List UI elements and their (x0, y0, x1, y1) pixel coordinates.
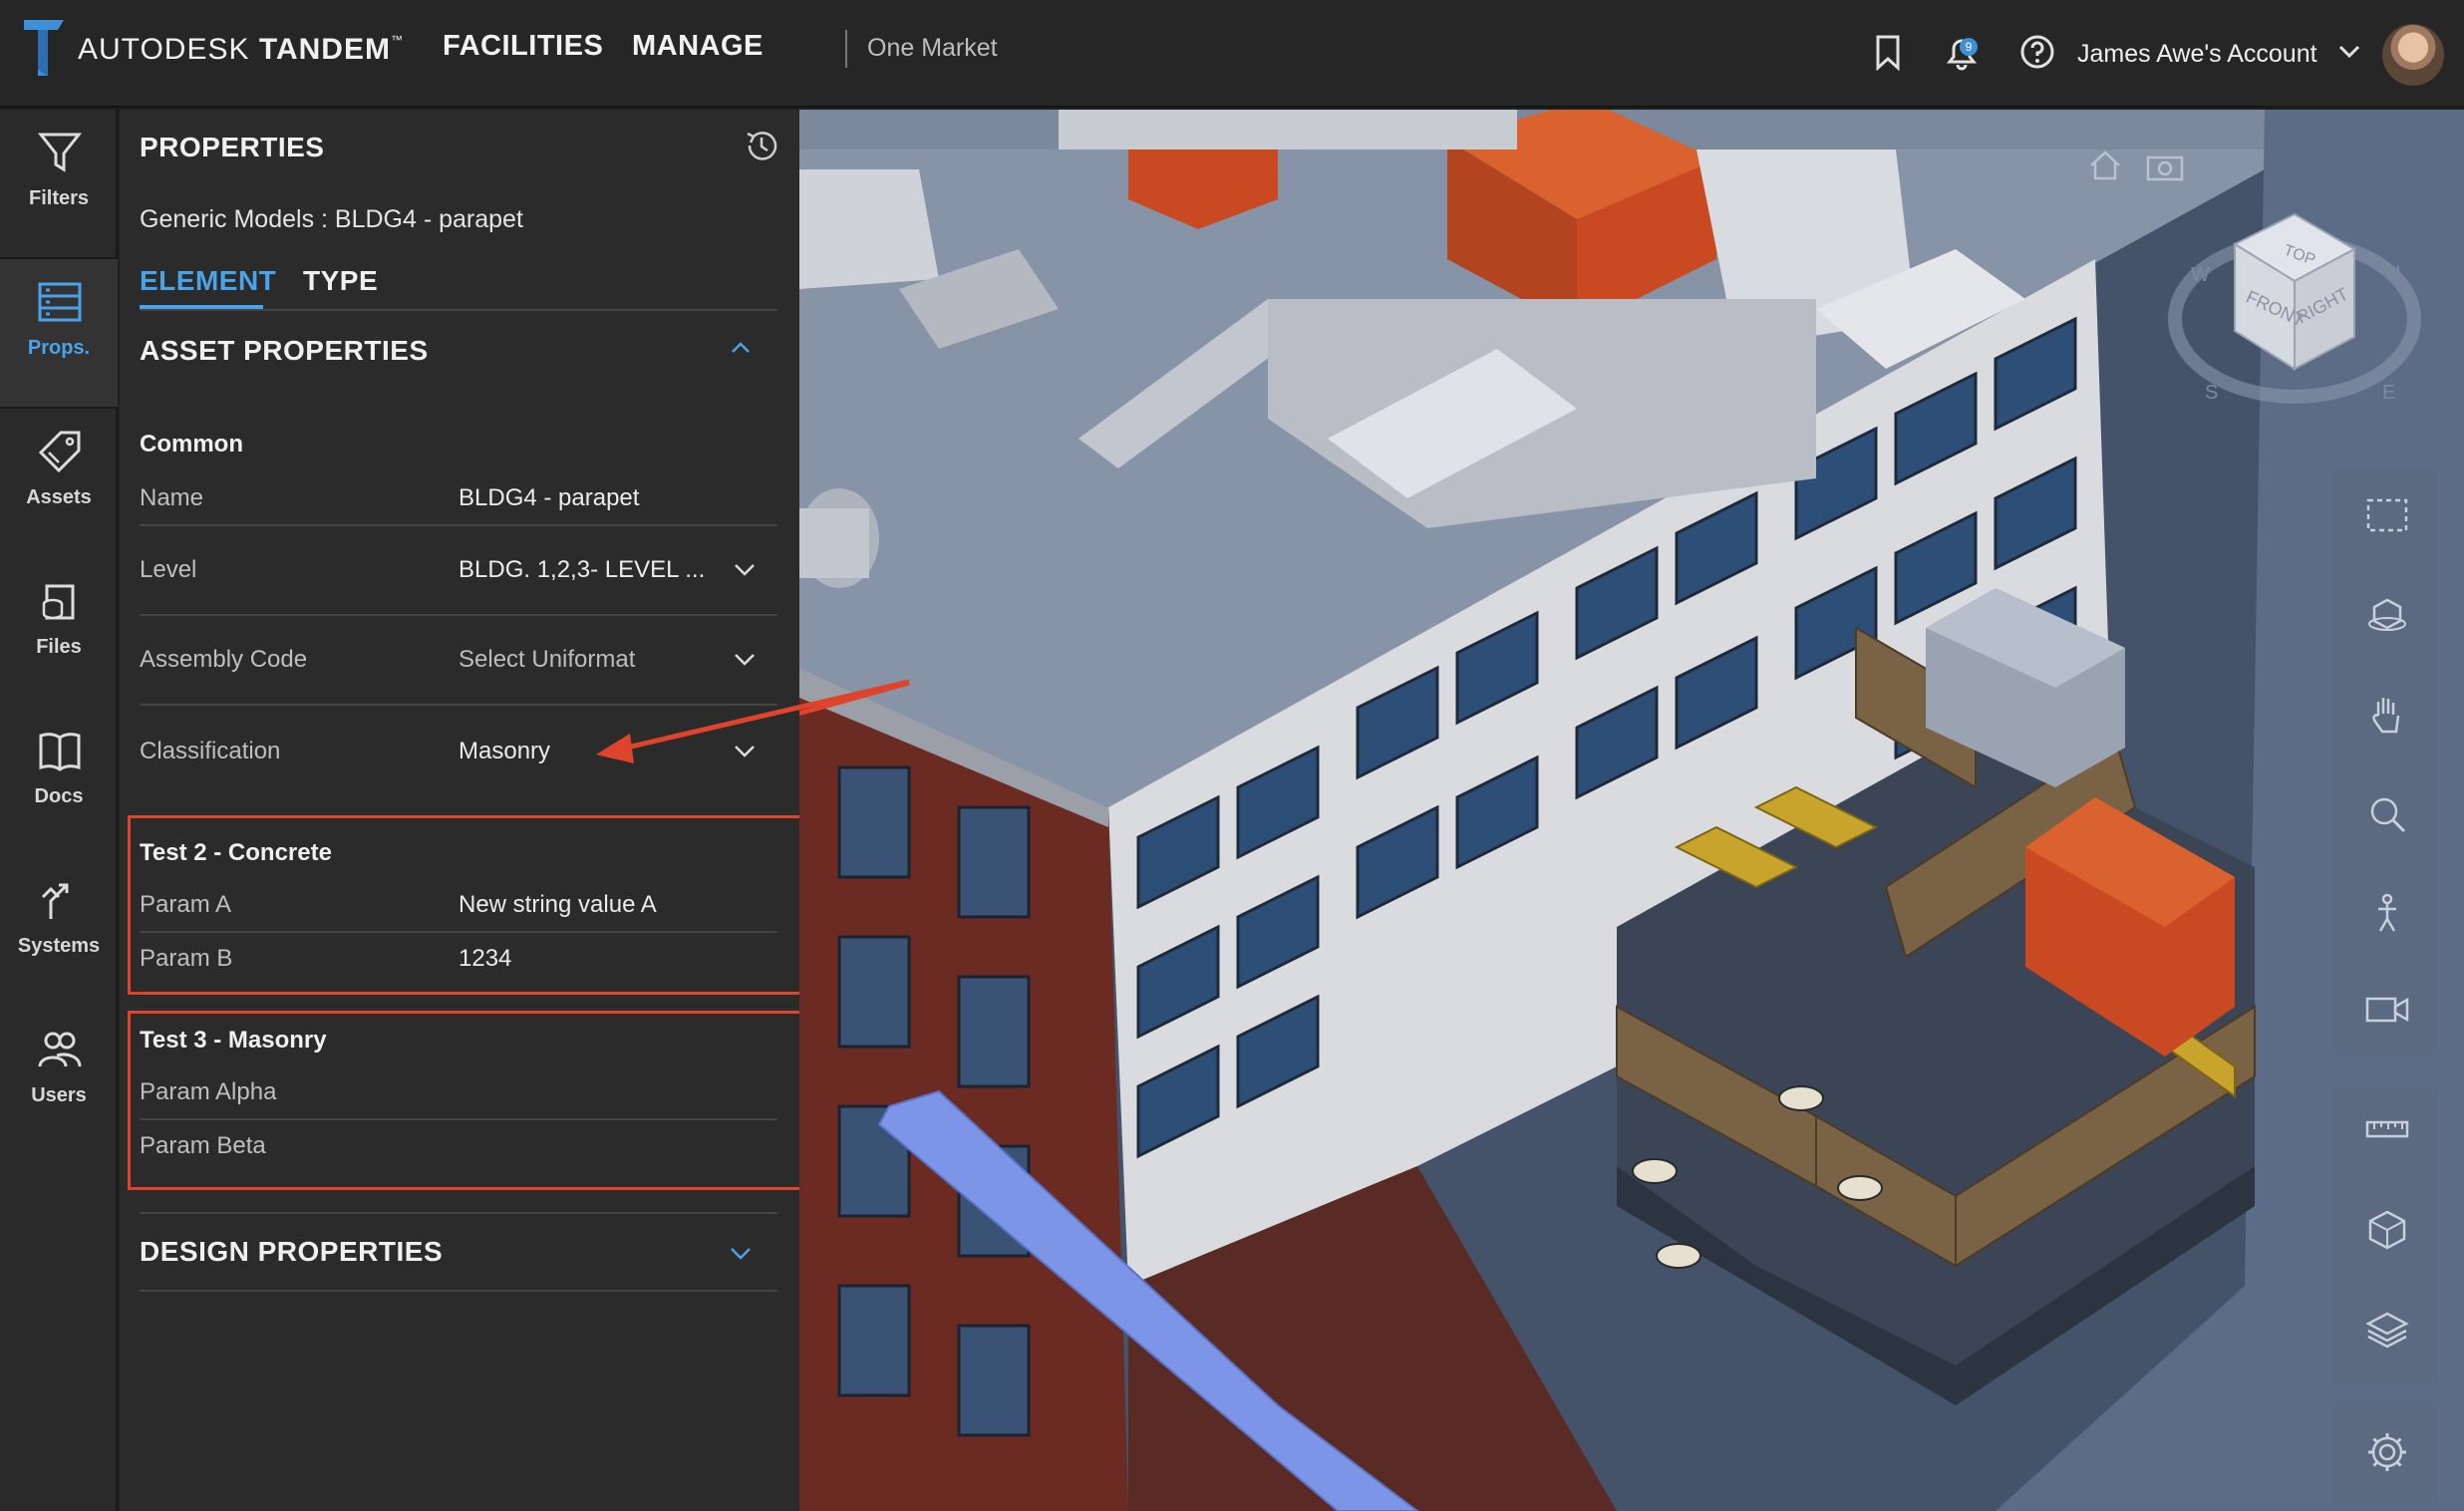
group-test2: Test 2 - Concrete (140, 839, 332, 866)
properties-panel: PROPERTIES Generic Models : BLDG4 - para… (120, 110, 805, 1511)
video-camera-icon[interactable] (2364, 987, 2410, 1033)
rail-files[interactable]: Files (0, 558, 118, 706)
rail-systems[interactable]: Systems (0, 857, 118, 1005)
rail-label-filters: Filters (28, 187, 90, 209)
history-icon[interactable] (742, 126, 781, 165)
filter-icon (37, 133, 83, 172)
design-properties-header[interactable]: DESIGN PROPERTIES (140, 1236, 443, 1268)
prop-label-param-beta: Param Beta (140, 1132, 266, 1159)
divider (140, 309, 777, 311)
orbit-icon[interactable] (2364, 592, 2410, 638)
facility-name[interactable]: One Market (867, 34, 998, 63)
prop-label-param-b: Param B (140, 945, 233, 972)
rail-label-docs: Docs (34, 785, 84, 807)
chevron-down-icon[interactable] (728, 1240, 754, 1266)
compass-w-label: W (2191, 264, 2210, 286)
prop-label-classification: Classification (140, 738, 281, 764)
rail-docs[interactable]: Docs (0, 708, 118, 855)
asset-properties-header[interactable]: ASSET PROPERTIES (140, 335, 429, 367)
camera-icon[interactable] (2145, 150, 2185, 181)
layers-icon[interactable] (2364, 1306, 2410, 1352)
divider (140, 614, 777, 616)
divider (140, 1212, 777, 1214)
tandem-logo-icon[interactable] (24, 20, 64, 76)
viewer-toolbar-2 (2334, 1086, 2438, 1385)
box-select-icon[interactable] (2364, 492, 2410, 538)
gear-icon[interactable] (2364, 1429, 2410, 1475)
notification-badge: 9 (1960, 38, 1978, 56)
walk-person-icon[interactable] (2364, 891, 2410, 937)
rail-label-systems: Systems (17, 935, 101, 957)
compass-e-label: E (2382, 382, 2395, 404)
help-icon[interactable] (2017, 32, 2057, 72)
panel-title: PROPERTIES (140, 132, 325, 162)
zoom-icon[interactable] (2364, 791, 2410, 837)
users-icon (38, 1032, 82, 1067)
book-icon (39, 733, 81, 771)
divider (140, 1290, 777, 1292)
viewer-toolbar (2334, 468, 2438, 1057)
compass-n-label: N (2386, 262, 2400, 284)
group-common: Common (140, 431, 243, 457)
view-cube[interactable]: TOP FRONT RIGHT N W S E (2165, 189, 2424, 419)
account-menu[interactable]: James Awe's Account (2077, 40, 2317, 69)
pan-hand-icon[interactable] (2364, 692, 2410, 738)
section-box-icon[interactable] (2364, 1206, 2410, 1252)
brand-name[interactable]: AUTODESK TANDEM™ (78, 33, 404, 67)
top-bar: AUTODESK TANDEM™ FACILITIES MANAGE One M… (0, 0, 2464, 108)
divider (140, 931, 777, 933)
left-rail: Filters Props. Assets Files Docs Systems… (0, 110, 118, 1511)
level-select[interactable]: BLDG. 1,2,3- LEVEL ... (459, 556, 705, 584)
element-subtitle: Generic Models : BLDG4 - parapet (140, 205, 523, 233)
compass-s-label: S (2205, 382, 2218, 404)
measure-icon[interactable] (2364, 1106, 2410, 1152)
chevron-down-icon[interactable] (732, 646, 758, 672)
systems-icon (41, 883, 69, 919)
prop-label-param-alpha: Param Alpha (140, 1078, 277, 1105)
tab-type[interactable]: TYPE (303, 265, 378, 297)
viewer-settings (2334, 1401, 2438, 1505)
nav-facilities[interactable]: FACILITIES (443, 30, 603, 63)
properties-icon (38, 282, 82, 322)
tag-icon (38, 431, 81, 473)
chevron-up-icon[interactable] (728, 335, 754, 361)
prop-value-param-b[interactable]: 1234 (459, 945, 511, 973)
rail-label-props: Props. (27, 337, 91, 359)
tab-element[interactable]: ELEMENT (140, 265, 276, 297)
rail-users[interactable]: Users (0, 1007, 118, 1154)
avatar[interactable] (2382, 24, 2444, 86)
rail-label-files: Files (36, 636, 82, 658)
assembly-code-select[interactable]: Select Uniformat (459, 646, 635, 674)
group-test3: Test 3 - Masonry (140, 1027, 327, 1054)
nav-divider (845, 30, 847, 68)
prop-label-level: Level (140, 556, 197, 583)
chevron-down-icon[interactable] (2334, 36, 2364, 66)
prop-label-param-a: Param A (140, 891, 232, 918)
classification-select[interactable]: Masonry (459, 738, 550, 765)
rail-label-users: Users (31, 1084, 87, 1106)
nav-manage[interactable]: MANAGE (632, 30, 764, 63)
divider (140, 1118, 777, 1120)
rail-label-assets: Assets (26, 486, 92, 508)
prop-label-assembly-code: Assembly Code (140, 646, 308, 673)
prop-label-name: Name (140, 484, 204, 511)
chevron-down-icon[interactable] (732, 556, 758, 582)
rail-properties[interactable]: Props. (0, 259, 118, 407)
divider (140, 524, 777, 526)
rail-filters[interactable]: Filters (0, 110, 118, 257)
prop-value-name[interactable]: BLDG4 - parapet (459, 484, 639, 512)
bookmark-icon[interactable] (1868, 32, 1908, 72)
home-icon[interactable] (2087, 148, 2123, 183)
rail-assets[interactable]: Assets (0, 409, 118, 556)
prop-value-param-a[interactable]: New string value A (459, 891, 657, 919)
database-icon (42, 584, 75, 620)
divider (140, 704, 777, 706)
chevron-down-icon[interactable] (732, 738, 758, 763)
model-viewport[interactable]: TOP FRONT RIGHT N W S E (799, 110, 2464, 1511)
